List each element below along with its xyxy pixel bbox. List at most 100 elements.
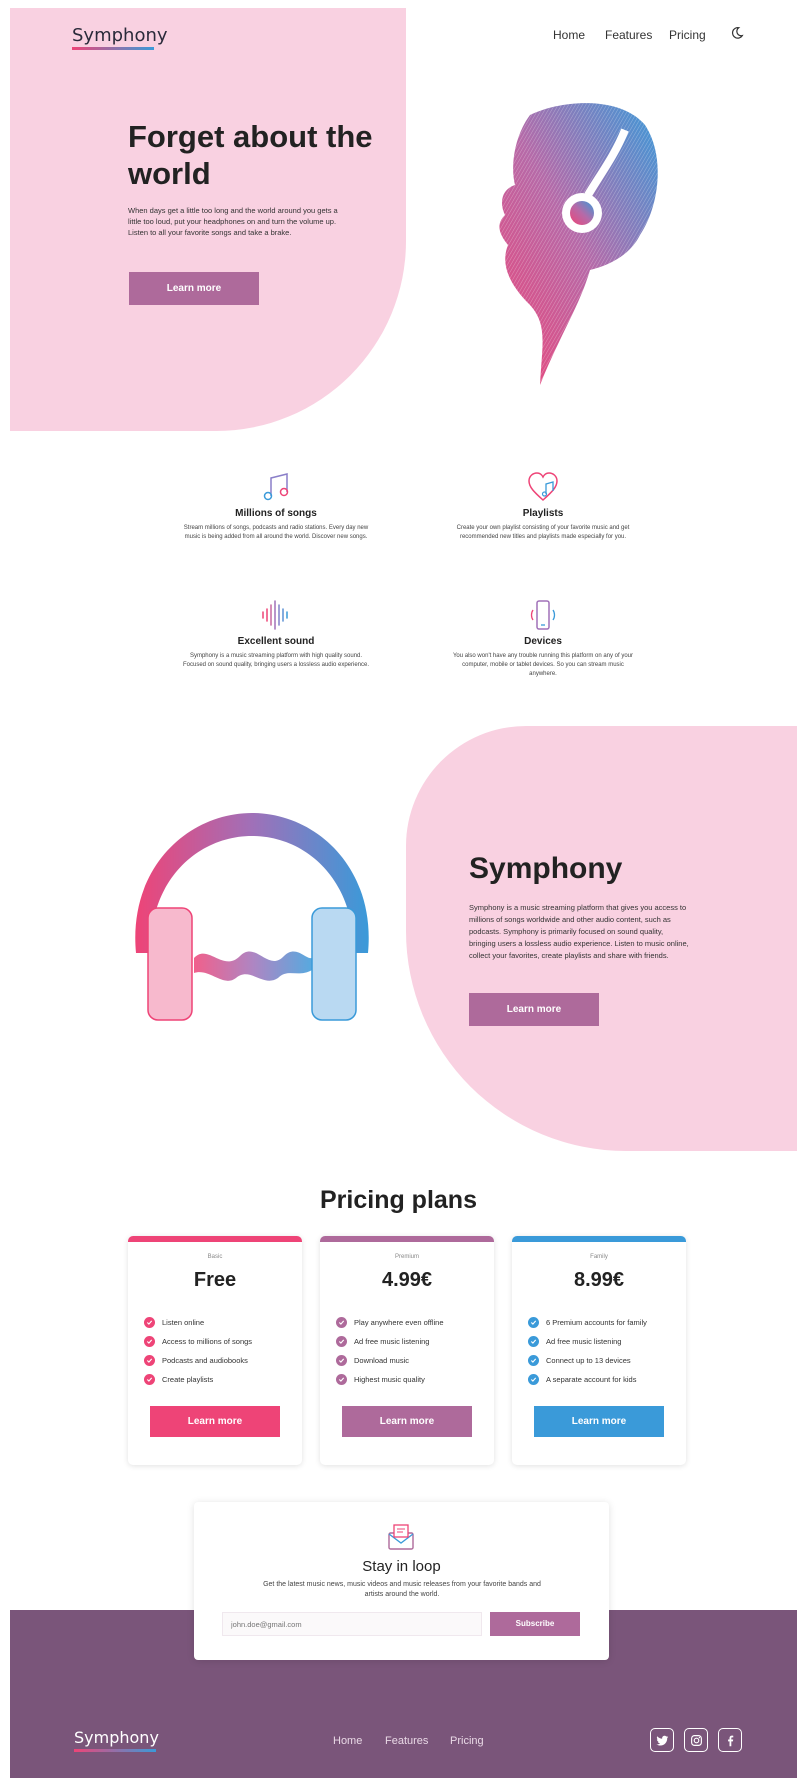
list-item: Access to millions of songs xyxy=(144,1332,302,1351)
plan-feature: Ad free music listening xyxy=(546,1336,622,1346)
plan-feature: Connect up to 13 devices xyxy=(546,1355,631,1365)
plan-tier: Premium xyxy=(394,1254,419,1260)
hero-learn-more-button[interactable]: Learn more xyxy=(129,272,259,305)
feature-title: Excellent sound xyxy=(237,636,315,647)
music-note-icon xyxy=(263,473,289,501)
email-input[interactable] xyxy=(222,1612,482,1636)
plan-feature-list: 6 Premium accounts for family Ad free mu… xyxy=(528,1313,686,1389)
page: Symphony Home Features Pricing Forget ab… xyxy=(0,0,797,1778)
check-icon xyxy=(528,1317,539,1328)
list-item: Podcasts and audiobooks xyxy=(144,1351,302,1370)
plan-feature: Create playlists xyxy=(162,1374,214,1384)
twitter-icon xyxy=(655,1735,668,1746)
feature-excellent-sound: Excellent sound Symphony is a music stre… xyxy=(176,598,376,670)
plan-feature: Ad free music listening xyxy=(354,1336,430,1346)
about-text: Symphony is a music streaming platform t… xyxy=(469,903,689,960)
basic-learn-more-button[interactable]: Learn more xyxy=(150,1406,280,1437)
plan-feature-list: Listen online Access to millions of song… xyxy=(144,1313,302,1389)
feature-text: Create your own playlist consisting of y… xyxy=(456,525,630,540)
plan-feature: Access to millions of songs xyxy=(162,1336,253,1346)
nav-link-pricing[interactable]: Pricing xyxy=(669,28,706,42)
hero-head-illustration xyxy=(499,103,658,386)
top-nav: Symphony Home Features Pricing xyxy=(0,20,797,50)
pricing-card-family: Family 8.99€ 6 Premium accounts for fami… xyxy=(512,1236,686,1465)
footer-logo-underline xyxy=(74,1749,156,1752)
feature-devices: Devices You also won't have any trouble … xyxy=(443,598,643,679)
nav-link-home[interactable]: Home xyxy=(553,28,585,42)
plan-feature-list: Play anywhere even offline Ad free music… xyxy=(336,1313,494,1389)
list-item: Download music xyxy=(336,1351,494,1370)
list-item: Play anywhere even offline xyxy=(336,1313,494,1332)
list-item: A separate account for kids xyxy=(528,1370,686,1389)
heart-music-icon xyxy=(528,472,558,502)
envelope-icon xyxy=(388,1524,414,1550)
pricing-title: Pricing plans xyxy=(320,1186,477,1214)
list-item: Highest music quality xyxy=(336,1370,494,1389)
check-icon xyxy=(144,1336,155,1347)
check-icon xyxy=(336,1355,347,1366)
plan-feature: Listen online xyxy=(162,1317,205,1327)
premium-learn-more-button[interactable]: Learn more xyxy=(342,1406,472,1437)
logo[interactable]: Symphony xyxy=(72,25,168,46)
logo-underline xyxy=(72,47,154,50)
check-icon xyxy=(528,1355,539,1366)
feature-title: Millions of songs xyxy=(235,508,317,519)
instagram-button[interactable] xyxy=(684,1728,708,1752)
list-item: 6 Premium accounts for family xyxy=(528,1313,686,1332)
hero-title: Forget about the world xyxy=(128,119,373,191)
plan-tier: Basic xyxy=(207,1254,223,1260)
list-item: Create playlists xyxy=(144,1370,302,1389)
footer-link-features[interactable]: Features xyxy=(385,1735,428,1747)
about-learn-more-button[interactable]: Learn more xyxy=(469,993,599,1026)
feature-playlists: Playlists Create your own playlist consi… xyxy=(443,470,643,542)
check-icon xyxy=(144,1374,155,1385)
feature-text: You also won't have any trouble running … xyxy=(452,653,634,677)
sound-wave-icon xyxy=(262,600,288,630)
subscribe-button[interactable]: Subscribe xyxy=(490,1612,580,1636)
instagram-icon xyxy=(690,1734,702,1746)
nav-link-features[interactable]: Features xyxy=(605,28,652,42)
card-accent-bar xyxy=(512,1236,686,1242)
plan-feature: Download music xyxy=(354,1355,410,1365)
plan-price: Free xyxy=(193,1269,237,1291)
check-icon xyxy=(336,1374,347,1385)
about-title: Symphony xyxy=(469,852,623,885)
pricing-card-premium: Premium 4.99€ Play anywhere even offline… xyxy=(320,1236,494,1465)
feature-title: Devices xyxy=(524,636,562,647)
footer-link-pricing[interactable]: Pricing xyxy=(450,1735,484,1747)
feature-title: Playlists xyxy=(522,508,564,519)
twitter-button[interactable] xyxy=(650,1728,674,1752)
check-icon xyxy=(144,1355,155,1366)
plan-price: 4.99€ xyxy=(381,1269,433,1291)
newsletter-title: Stay in loop xyxy=(362,1558,441,1575)
footer-logo[interactable]: Symphony xyxy=(74,1728,159,1747)
plan-feature: Podcasts and audiobooks xyxy=(162,1355,248,1365)
check-icon xyxy=(528,1374,539,1385)
newsletter-text: Get the latest music news, music videos … xyxy=(263,1581,541,1598)
check-icon xyxy=(144,1317,155,1328)
footer-link-home[interactable]: Home xyxy=(333,1735,362,1747)
check-icon xyxy=(336,1336,347,1347)
facebook-icon xyxy=(727,1735,733,1746)
check-icon xyxy=(528,1336,539,1347)
family-learn-more-button[interactable]: Learn more xyxy=(534,1406,664,1437)
plan-feature: Highest music quality xyxy=(354,1374,425,1384)
check-icon xyxy=(336,1317,347,1328)
list-item: Connect up to 13 devices xyxy=(528,1351,686,1370)
feature-text: Stream millions of songs, podcasts and r… xyxy=(183,525,369,540)
pricing-card-basic: Basic Free Listen online Access to milli… xyxy=(128,1236,302,1465)
plan-feature: 6 Premium accounts for family xyxy=(546,1317,647,1327)
plan-price: 8.99€ xyxy=(573,1269,625,1291)
feature-text: Symphony is a music streaming platform w… xyxy=(183,653,369,668)
newsletter-card: Stay in loop Get the latest music news, … xyxy=(194,1502,609,1660)
headphones-illustration xyxy=(135,813,369,1021)
plan-feature: Play anywhere even offline xyxy=(354,1317,444,1327)
hero-text: When days get a little too long and the … xyxy=(128,206,338,237)
list-item: Ad free music listening xyxy=(336,1332,494,1351)
facebook-button[interactable] xyxy=(718,1728,742,1752)
list-item: Ad free music listening xyxy=(528,1332,686,1351)
feature-millions-of-songs: Millions of songs Stream millions of son… xyxy=(176,470,376,542)
plan-tier: Family xyxy=(590,1254,608,1260)
plan-feature: A separate account for kids xyxy=(546,1374,637,1384)
moon-icon[interactable] xyxy=(730,26,744,40)
